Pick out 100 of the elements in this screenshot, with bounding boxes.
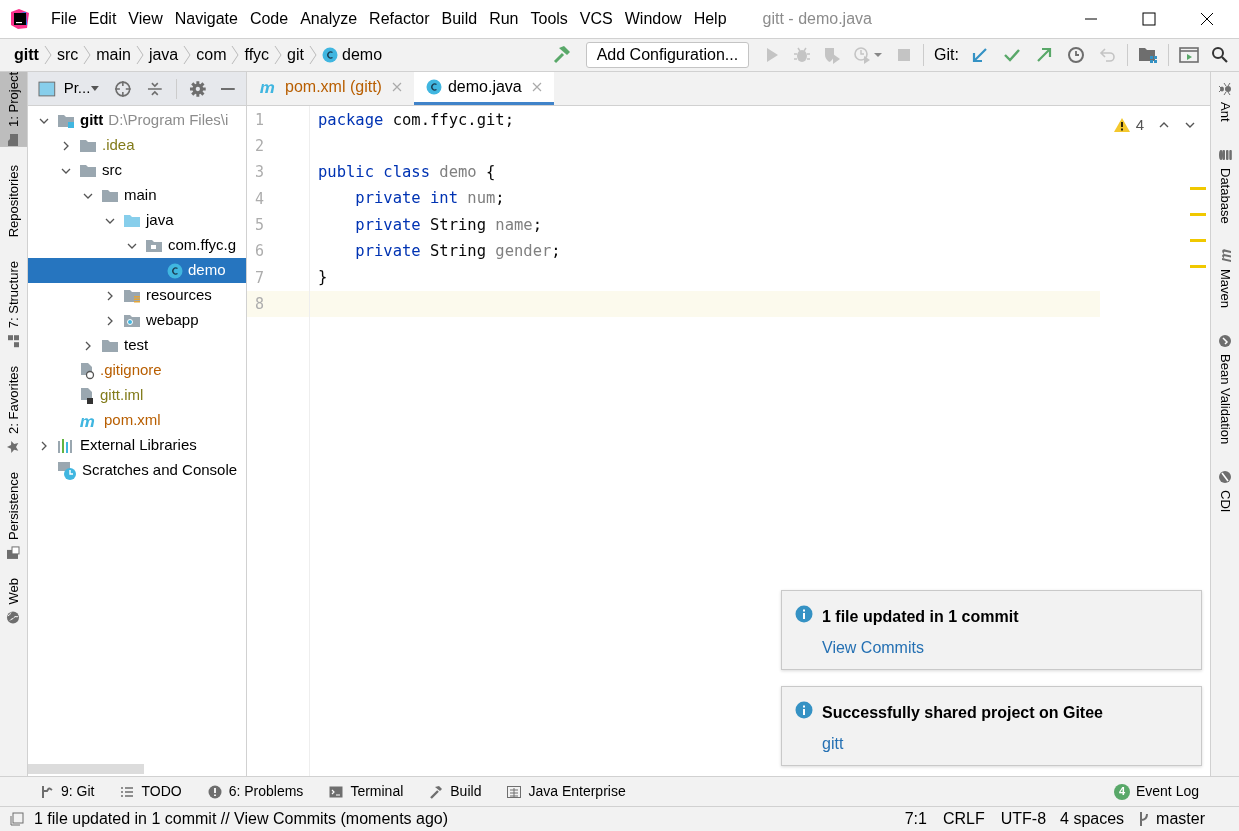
run-window-icon[interactable]	[1179, 46, 1199, 64]
caret-icon[interactable]	[90, 84, 101, 93]
menu-item[interactable]: View	[122, 7, 169, 31]
webapp-icon	[123, 313, 141, 328]
line-number: 2	[255, 136, 265, 158]
notification-link[interactable]: View Commits	[822, 636, 1019, 660]
git-branch[interactable]: master	[1156, 807, 1205, 831]
menu-item[interactable]: Analyze	[294, 7, 364, 31]
menu-item[interactable]: Help	[687, 7, 733, 31]
exclamation-icon	[207, 784, 222, 799]
tool-window-tab[interactable]: Database	[1215, 147, 1235, 224]
tree-item[interactable]: pom.xml	[28, 408, 246, 433]
resources-icon	[123, 288, 141, 303]
tree-item[interactable]: java	[28, 208, 246, 233]
menu-item[interactable]: Refactor	[363, 7, 436, 31]
tree-item-label: java	[146, 210, 174, 231]
panel-toggle-icon[interactable]	[10, 812, 24, 826]
status-message[interactable]: 1 file updated in 1 commit // View Commits (moments ago)	[34, 807, 449, 831]
list-icon	[120, 784, 135, 799]
tree-item[interactable]: resources	[28, 283, 246, 308]
tool-window-button[interactable]: 6: Problems	[207, 781, 304, 802]
menu-item[interactable]: Tools	[524, 7, 574, 31]
breadcrumb[interactable]: git	[287, 43, 304, 67]
maximize-icon[interactable]	[1141, 11, 1157, 27]
tree-item[interactable]: demo	[28, 258, 246, 283]
tree-item[interactable]: gitt D:\Program Files\i	[28, 108, 246, 133]
clock-icon[interactable]	[1067, 46, 1085, 64]
breadcrumb[interactable]: demo	[342, 43, 383, 67]
hammer-icon[interactable]	[551, 45, 572, 65]
tree-item[interactable]: Scratches and Console	[28, 458, 246, 483]
crosshair-icon[interactable]	[114, 79, 132, 98]
chevron-right-icon	[273, 44, 284, 66]
tool-window-button[interactable]: Build	[429, 781, 482, 802]
class-icon	[425, 79, 442, 95]
menu-item[interactable]: Edit	[82, 7, 123, 31]
tree-item[interactable]: gitt.iml	[28, 383, 246, 408]
tool-window-tab[interactable]: Persistence	[0, 472, 27, 561]
notification-link[interactable]: gitt	[822, 732, 1103, 756]
warning-count[interactable]: 4	[1135, 114, 1144, 137]
indent-setting[interactable]: 4 spaces	[1060, 807, 1125, 831]
tree-item[interactable]: External Libraries	[28, 433, 246, 458]
warning-icon[interactable]	[1113, 118, 1130, 133]
editor-tab[interactable]: demo.java	[413, 72, 554, 105]
tree-item[interactable]: webapp	[28, 308, 246, 333]
code-line: private String gender;	[354, 241, 561, 262]
search-icon[interactable]	[1211, 46, 1229, 64]
horizontal-scrollbar[interactable]	[28, 764, 144, 774]
tool-window-tab[interactable]: Maven	[1215, 249, 1235, 309]
add-configuration-button[interactable]: Add Configuration...	[585, 42, 750, 68]
menu-item[interactable]: Build	[435, 7, 484, 31]
menu-item[interactable]: Window	[618, 7, 688, 31]
tool-window-tab[interactable]: Ant	[1215, 82, 1235, 122]
menu-item[interactable]: Code	[243, 7, 295, 31]
tree-item[interactable]: .gitignore	[28, 358, 246, 383]
panel-title-dropdown[interactable]: Pr...	[63, 77, 91, 100]
arrow-down-left-icon[interactable]	[971, 46, 989, 64]
menu-item[interactable]: Run	[483, 7, 525, 31]
breadcrumb[interactable]: ffyc	[244, 43, 270, 67]
tool-window-tab[interactable]: Web	[0, 578, 27, 625]
tool-window-button[interactable]: 9: Git	[40, 781, 95, 802]
tree-item[interactable]: .idea	[28, 133, 246, 158]
tool-window-button[interactable]: Terminal	[329, 781, 404, 802]
tree-item-label: main	[124, 185, 157, 206]
breadcrumb[interactable]: main	[96, 43, 131, 67]
tool-window-tab[interactable]: Repositories	[0, 164, 27, 244]
project-structure-icon[interactable]	[1138, 46, 1158, 64]
breadcrumb[interactable]: java	[148, 43, 179, 67]
tool-window-tab[interactable]: 1: Project	[0, 72, 27, 147]
tool-window-button[interactable]: TODO	[120, 781, 182, 802]
class-icon	[322, 47, 338, 63]
caret-position[interactable]: 7:1	[904, 807, 927, 831]
iml-icon	[79, 386, 95, 405]
event-log-button[interactable]: 4 Event Log	[1113, 781, 1199, 802]
project-icon	[57, 113, 75, 128]
editor-tab[interactable]: pom.xml (gitt)	[247, 72, 414, 105]
window-title: gitt - demo.java	[762, 9, 872, 29]
branch-icon[interactable]	[1138, 811, 1151, 827]
tree-item[interactable]: src	[28, 158, 246, 183]
tool-window-tab[interactable]: CDI	[1215, 470, 1235, 513]
tool-window-tab[interactable]: 7: Structure	[0, 261, 27, 349]
settings-icon[interactable]	[188, 79, 207, 98]
tree-item[interactable]: test	[28, 333, 246, 358]
chevron-right-icon	[308, 44, 318, 66]
tree-item[interactable]: com.ffyc.g	[28, 233, 246, 258]
breadcrumb[interactable]: com	[196, 43, 227, 67]
breadcrumb[interactable]: src	[56, 43, 79, 67]
close-icon[interactable]	[1199, 11, 1215, 27]
menu-item[interactable]: File	[45, 7, 83, 31]
tool-window-button[interactable]: Java Enterprise	[507, 781, 626, 802]
tree-item[interactable]: main	[28, 183, 246, 208]
file-encoding[interactable]: UTF-8	[1000, 807, 1047, 831]
breadcrumb[interactable]: gitt	[14, 43, 39, 67]
arrow-up-right-icon[interactable]	[1035, 46, 1053, 64]
menu-item[interactable]: VCS	[573, 7, 619, 31]
star-icon	[6, 440, 21, 455]
menu-item[interactable]: Navigate	[168, 7, 244, 31]
tool-window-tab[interactable]: 2: Favorites	[0, 366, 27, 455]
tool-window-tab[interactable]: Bean Validation	[1215, 334, 1235, 445]
line-separator[interactable]: CRLF	[942, 807, 985, 831]
branch-icon	[40, 784, 54, 799]
